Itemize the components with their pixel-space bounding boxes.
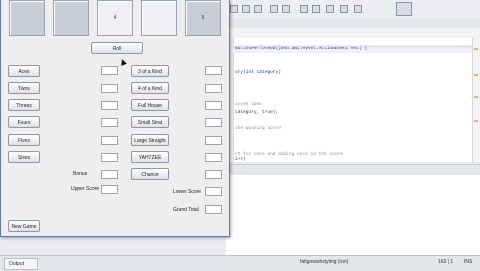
error-stripe-mark[interactable] xyxy=(474,48,478,50)
die-5[interactable]: 5 xyxy=(185,0,221,36)
status-bar: Output fatigewishstyling (run) 163 | 1 I… xyxy=(0,255,480,271)
output-tab[interactable]: Output xyxy=(4,258,38,270)
undo-icon[interactable] xyxy=(270,5,278,13)
sixes-score-field[interactable] xyxy=(101,153,118,162)
yahtzee-score-field[interactable] xyxy=(205,153,222,162)
bonus-label: Bonus xyxy=(73,171,88,177)
grand-total-field[interactable] xyxy=(205,205,222,214)
die-2[interactable] xyxy=(53,0,89,36)
die-4[interactable] xyxy=(141,0,177,36)
small-straight-button[interactable]: Small Strat xyxy=(131,116,169,128)
error-stripe-mark[interactable] xyxy=(474,74,478,76)
error-stripe-mark[interactable] xyxy=(474,96,478,98)
chance-button[interactable]: Chance xyxy=(131,168,169,180)
caret-position: 163 | 1 xyxy=(438,259,454,265)
profile-icon[interactable] xyxy=(340,5,348,13)
code-line: cores open xyxy=(235,102,263,107)
code-line: category, true); xyxy=(235,110,279,115)
lower-score-field[interactable] xyxy=(205,187,222,196)
new-game-button[interactable]: New Game xyxy=(8,220,40,232)
four-of-a-kind-score-field[interactable] xyxy=(205,84,222,93)
three-of-a-kind-score-field[interactable] xyxy=(205,66,222,75)
yahtzee-button[interactable]: YAHTZEE xyxy=(131,151,169,163)
threes-button[interactable]: Threes xyxy=(8,99,40,111)
new-file-icon[interactable] xyxy=(230,5,238,13)
upper-score-field[interactable] xyxy=(101,185,118,194)
settings-icon[interactable] xyxy=(354,5,362,13)
fours-button[interactable]: Fours xyxy=(8,116,40,128)
run-progress-text: fatigewishstyling (run) xyxy=(300,259,349,265)
code-line: ory(int category) xyxy=(235,70,281,75)
code-editor[interactable]: ButtonPerformed(java.awt.event.ActionEve… xyxy=(226,38,473,162)
memory-indicator-icon xyxy=(396,2,412,16)
large-straight-score-field[interactable] xyxy=(205,136,222,145)
error-stripe-mark[interactable] xyxy=(474,120,478,122)
ide-toolbar xyxy=(226,0,480,19)
aces-button[interactable]: Aces xyxy=(8,65,40,77)
bonus-field[interactable] xyxy=(101,170,118,179)
roll-button[interactable]: Roll xyxy=(91,42,143,54)
die-3[interactable]: 4 xyxy=(97,0,133,36)
insert-mode: INS xyxy=(464,259,473,265)
debug-icon[interactable] xyxy=(326,5,334,13)
grand-total-label: Grand Total xyxy=(173,207,199,213)
output-panel xyxy=(226,175,480,255)
upper-score-label: Upper Score xyxy=(71,186,100,192)
full-house-button[interactable]: Full House xyxy=(131,99,169,111)
four-of-a-kind-button[interactable]: 4 of a Kind xyxy=(131,82,169,94)
twos-button[interactable]: Twos xyxy=(8,82,40,94)
editor-scrollbar[interactable] xyxy=(472,38,480,162)
code-line: i++) xyxy=(235,157,246,162)
twos-score-field[interactable] xyxy=(101,84,118,93)
code-line: the winning score xyxy=(235,126,281,131)
method-guide-line xyxy=(226,46,480,47)
aces-score-field[interactable] xyxy=(101,66,118,75)
die-1[interactable] xyxy=(9,0,45,36)
save-icon[interactable] xyxy=(254,5,262,13)
small-straight-score-field[interactable] xyxy=(205,118,222,127)
open-icon[interactable] xyxy=(242,5,250,13)
fives-button[interactable]: Fives xyxy=(8,134,40,146)
fives-score-field[interactable] xyxy=(101,136,118,145)
three-of-a-kind-button[interactable]: 3 of a Kind xyxy=(131,65,169,77)
code-line: ch for once and adding once in the score xyxy=(235,152,344,157)
run-icon[interactable] xyxy=(312,5,320,13)
lower-score-label: Lower Score xyxy=(173,189,202,195)
yahtzee-window: 4 5 Roll Aces Twos Threes Fours Fives Si… xyxy=(0,0,230,237)
sixes-button[interactable]: Sixes xyxy=(8,151,40,163)
build-icon[interactable] xyxy=(300,5,308,13)
redo-icon[interactable] xyxy=(282,5,290,13)
chance-score-field[interactable] xyxy=(205,170,222,179)
full-house-score-field[interactable] xyxy=(205,101,222,110)
fours-score-field[interactable] xyxy=(101,118,118,127)
threes-score-field[interactable] xyxy=(101,101,118,110)
large-straight-button[interactable]: Large Straight xyxy=(131,134,169,146)
